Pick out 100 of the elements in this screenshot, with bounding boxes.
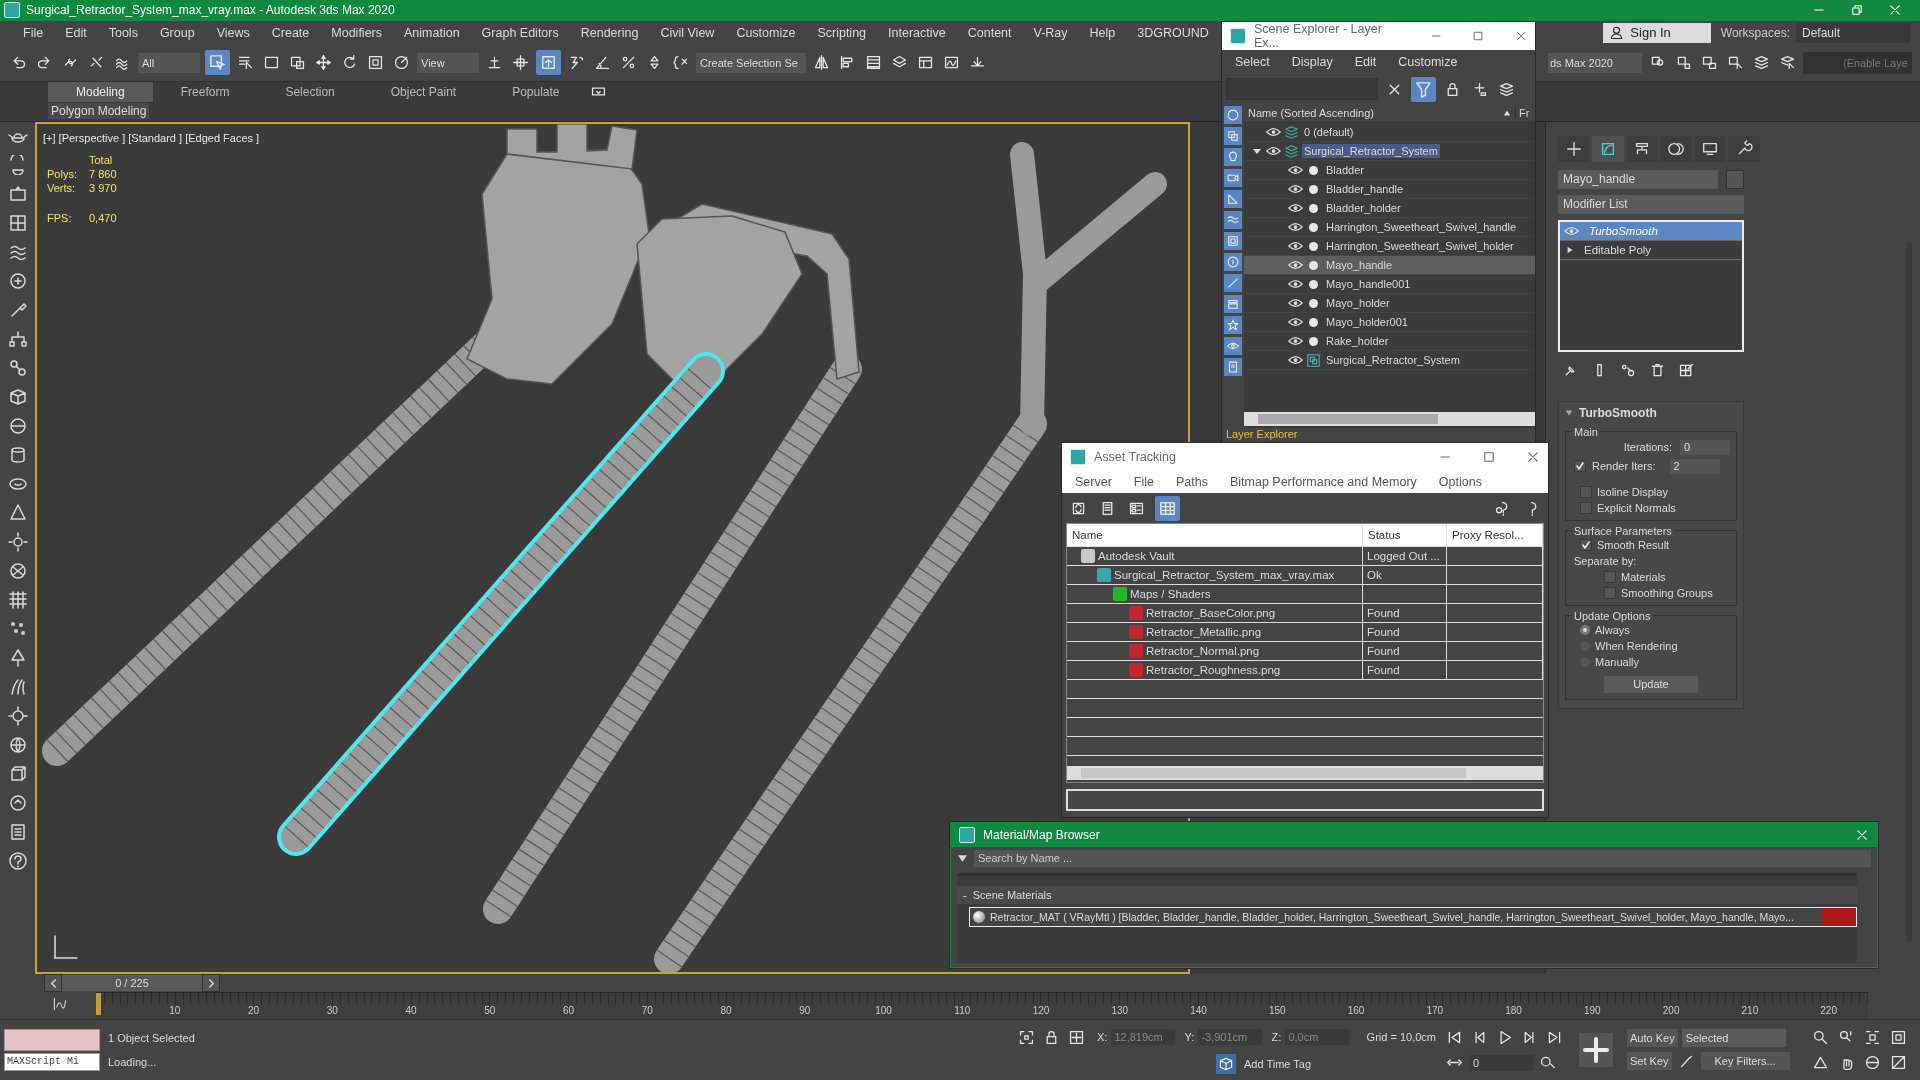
particle-filter-icon[interactable] — [1224, 316, 1242, 334]
ribbon-tab[interactable]: Modeling — [48, 81, 153, 102]
light-filter-icon[interactable] — [1224, 148, 1242, 166]
menu-item[interactable]: V-Ray — [1022, 25, 1079, 40]
path-field[interactable] — [1066, 789, 1544, 811]
modifier-stack-item[interactable]: Editable Poly — [1560, 240, 1742, 260]
checkbox[interactable] — [1580, 501, 1592, 514]
select-object-icon[interactable] — [205, 50, 230, 76]
maximize-icon[interactable] — [1482, 450, 1496, 464]
section-header[interactable]: Scene Materials — [972, 886, 1052, 904]
menu-item[interactable]: File — [12, 25, 55, 40]
cone-icon[interactable] — [7, 502, 28, 523]
add-time-tag-button[interactable]: Add Time Tag — [1216, 1053, 1312, 1074]
previous-frame-button[interactable] — [44, 974, 62, 993]
timeline-track[interactable]: 10 20 30 40 50 60 70 80 90 100 110 120 130 140 150 160 170 180 190 200 210 220 — [96, 992, 1868, 1020]
ribbon-tab[interactable]: Selection — [257, 81, 363, 102]
named-selection-dropdown[interactable]: Create Selection Se — [696, 52, 806, 73]
wrench-icon[interactable] — [1728, 135, 1760, 162]
scene-tree-item[interactable]: Surgical_Retractor_System — [1244, 142, 1535, 161]
menu-item[interactable]: Group — [148, 25, 206, 40]
column-header[interactable]: Name (Sorted Ascending) — [1248, 107, 1499, 119]
scene-tree-item[interactable]: Bladder_holder — [1244, 199, 1535, 218]
menu-item[interactable]: Content — [956, 25, 1023, 40]
checkbox[interactable] — [1604, 586, 1616, 599]
checkbox[interactable] — [1574, 460, 1586, 473]
object-color-swatch[interactable] — [1726, 169, 1744, 189]
plus-icon[interactable] — [1558, 135, 1590, 162]
iterations-spinner[interactable]: 0 — [1680, 439, 1730, 455]
menu-item[interactable]: File — [1122, 475, 1165, 489]
globe-icon[interactable] — [7, 734, 28, 755]
container-filter-icon[interactable] — [1224, 295, 1242, 313]
column-header[interactable]: Fr — [1515, 107, 1535, 119]
current-frame-marker[interactable] — [96, 993, 101, 1016]
space-warp-filter-icon[interactable] — [1224, 211, 1242, 229]
eye-icon[interactable] — [1288, 184, 1303, 194]
scene-tree-item[interactable]: Bladder_handle — [1244, 180, 1535, 199]
modifier-stack-item[interactable]: TurboSmooth — [1560, 221, 1742, 241]
ribbon-tab[interactable]: Object Paint — [362, 81, 485, 102]
checkbox[interactable] — [1580, 538, 1592, 551]
scene-tree-item[interactable]: Mayo_holder001 — [1244, 313, 1535, 332]
box-icon[interactable] — [7, 386, 28, 407]
bone-filter-icon[interactable] — [1224, 274, 1242, 292]
menu-item[interactable]: Bitmap Performance and Memory — [1218, 475, 1428, 489]
next-frame-button[interactable] — [202, 974, 220, 993]
restore-icon[interactable] — [1850, 3, 1864, 18]
viewport-label[interactable]: [+] [Perspective ] [Standard ] [Edged Faces ] — [43, 131, 260, 144]
auto-key-button[interactable]: Auto Key — [1627, 1028, 1678, 1047]
modifier-list-dropdown[interactable]: Modifier List — [1558, 194, 1744, 214]
menu-item[interactable]: Animation — [393, 25, 471, 40]
object-filter-icon[interactable] — [1224, 106, 1242, 124]
close-icon[interactable] — [1514, 29, 1527, 43]
scene-tree-item[interactable]: Surgical_Retractor_System — [1244, 351, 1535, 370]
scene-tree-item[interactable]: Mayo_handle — [1244, 256, 1535, 275]
scene-tree-item[interactable]: Harrington_Sweetheart_Swivel_handle — [1244, 218, 1535, 237]
checkbox[interactable] — [1580, 485, 1592, 498]
helper-filter-icon[interactable] — [1224, 253, 1242, 271]
menu-item[interactable]: Interactive — [877, 25, 957, 40]
menu-item[interactable]: Help — [1078, 25, 1127, 40]
checkbox[interactable] — [1604, 570, 1616, 583]
menu-item[interactable]: Edit — [54, 25, 98, 40]
ribbon-panel-tab[interactable]: Polygon Modeling — [48, 103, 150, 120]
eye-icon[interactable] — [1288, 260, 1303, 270]
menu-item[interactable]: Rendering — [569, 25, 650, 40]
render-iters-spinner[interactable]: 2 — [1669, 458, 1720, 474]
layer-explorer-label[interactable]: Layer Explorer — [1226, 428, 1298, 440]
render-icon[interactable] — [7, 792, 28, 813]
menu-item[interactable]: Display — [1280, 55, 1344, 69]
eye-icon[interactable] — [1266, 127, 1281, 137]
shape-filter-icon[interactable] — [1224, 190, 1242, 208]
ribbon-tab[interactable]: Freeform — [152, 81, 258, 102]
column-header[interactable]: Name — [1072, 529, 1103, 541]
dynamics-icon[interactable] — [7, 357, 28, 378]
menu-item[interactable]: Customize — [725, 25, 807, 40]
motion-icon[interactable] — [1660, 135, 1692, 162]
maximize-icon[interactable] — [1472, 29, 1485, 43]
options-arrow-icon[interactable] — [957, 852, 968, 864]
camera-icon[interactable] — [7, 183, 28, 204]
sun-icon[interactable] — [7, 531, 28, 552]
column-header[interactable]: Status — [1368, 529, 1401, 541]
hierarchy-icon[interactable] — [1626, 135, 1658, 162]
helper-icon[interactable] — [7, 212, 28, 233]
menu-item[interactable]: Graph Editors — [470, 25, 570, 40]
object-name-field[interactable]: Mayo_handle — [1558, 169, 1718, 189]
project-dropdown[interactable]: ds Max 2020 — [1548, 52, 1642, 73]
menu-item[interactable]: Edit — [1343, 55, 1388, 69]
scene-tree-item[interactable]: Mayo_holder — [1244, 294, 1535, 313]
curve-editor-toggle-icon[interactable] — [52, 996, 68, 1013]
document-icon[interactable] — [1224, 358, 1242, 376]
modify-curve-icon[interactable] — [1592, 135, 1624, 162]
key-mode-dropdown[interactable]: Selected — [1681, 1028, 1786, 1047]
search-field[interactable]: Search by Name ... — [974, 849, 1871, 867]
gear-icon[interactable] — [7, 705, 28, 726]
eye-icon[interactable] — [1288, 336, 1303, 346]
close-icon[interactable] — [1888, 3, 1902, 18]
maxscript-listener-field[interactable] — [4, 1029, 100, 1052]
radio-button[interactable] — [1580, 624, 1590, 635]
geometry-filter-icon[interactable] — [1224, 127, 1242, 145]
expand-arrow-icon[interactable] — [1252, 146, 1262, 156]
eye-icon[interactable] — [1266, 146, 1281, 156]
keyboard-shortcut-override-icon[interactable] — [536, 50, 561, 76]
